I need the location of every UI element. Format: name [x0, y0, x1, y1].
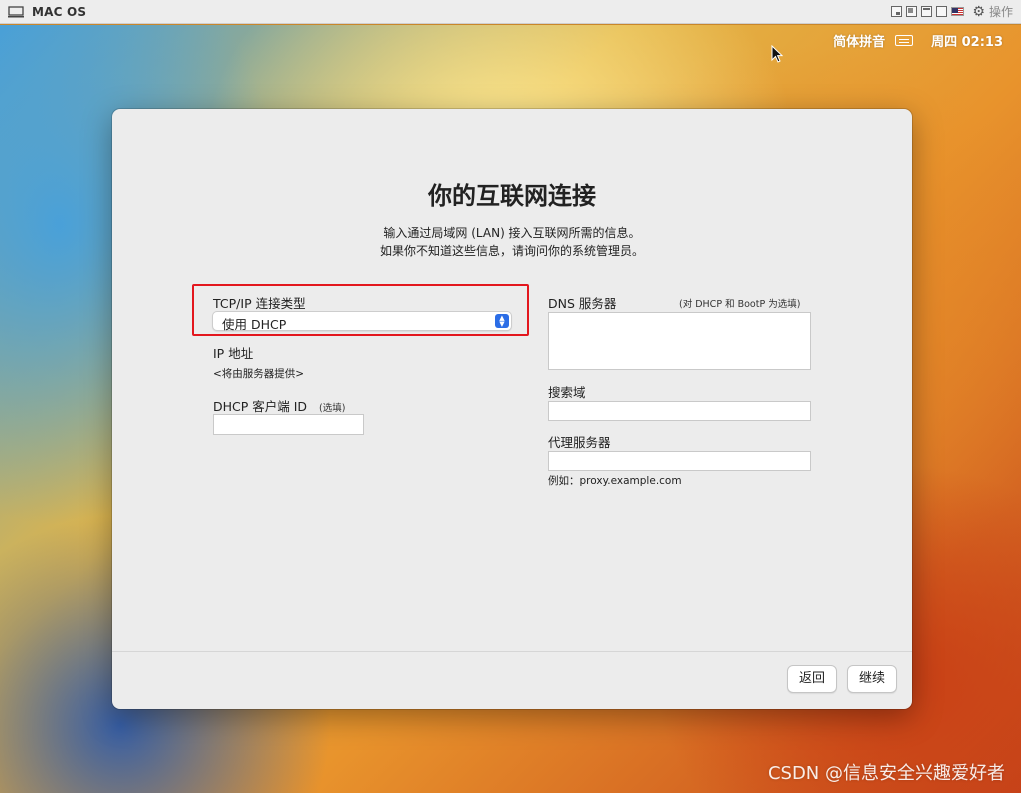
continue-button[interactable]: 继续	[847, 665, 897, 693]
ip-address-label: IP 地址	[213, 346, 254, 361]
tcpip-selected-value: 使用 DHCP	[222, 317, 287, 332]
proxy-example: 例如：proxy.example.com	[548, 475, 682, 487]
proxy-label: 代理服务器	[548, 435, 611, 450]
dns-servers-field[interactable]	[548, 312, 811, 370]
desktop: 简体拼音 周四 02:13 你的互联网连接 输入通过局域网 (LAN) 接入互联…	[0, 25, 1021, 793]
tcpip-label: TCP/IP 连接类型	[213, 296, 306, 311]
tcpip-type-select[interactable]: 使用 DHCP ▲ ▼	[212, 311, 512, 332]
form-layer: TCP/IP 连接类型 使用 DHCP ▲ ▼ IP 地址 <将由服务器提供> D…	[0, 0, 1021, 793]
dhcp-client-id-field[interactable]	[213, 414, 364, 435]
dns-note: (对 DHCP 和 BootP 为选填)	[679, 299, 801, 310]
dhcp-client-id-label: DHCP 客户端 ID	[213, 399, 308, 414]
back-button[interactable]: 返回	[787, 665, 837, 693]
search-domain-field[interactable]	[548, 401, 811, 421]
footer-divider	[112, 651, 912, 652]
proxy-server-field[interactable]	[548, 451, 811, 471]
search-domain-label: 搜索域	[548, 385, 586, 400]
watermark: CSDN @信息安全兴趣爱好者	[767, 763, 1005, 784]
select-arrows-icon: ▲ ▼	[495, 314, 509, 328]
dhcp-client-id-label-row: DHCP 客户端 ID (选填)	[213, 396, 345, 415]
ip-address-value: <将由服务器提供>	[213, 368, 305, 380]
dns-label: DNS 服务器	[548, 296, 617, 311]
dhcp-client-id-note: (选填)	[319, 403, 346, 414]
